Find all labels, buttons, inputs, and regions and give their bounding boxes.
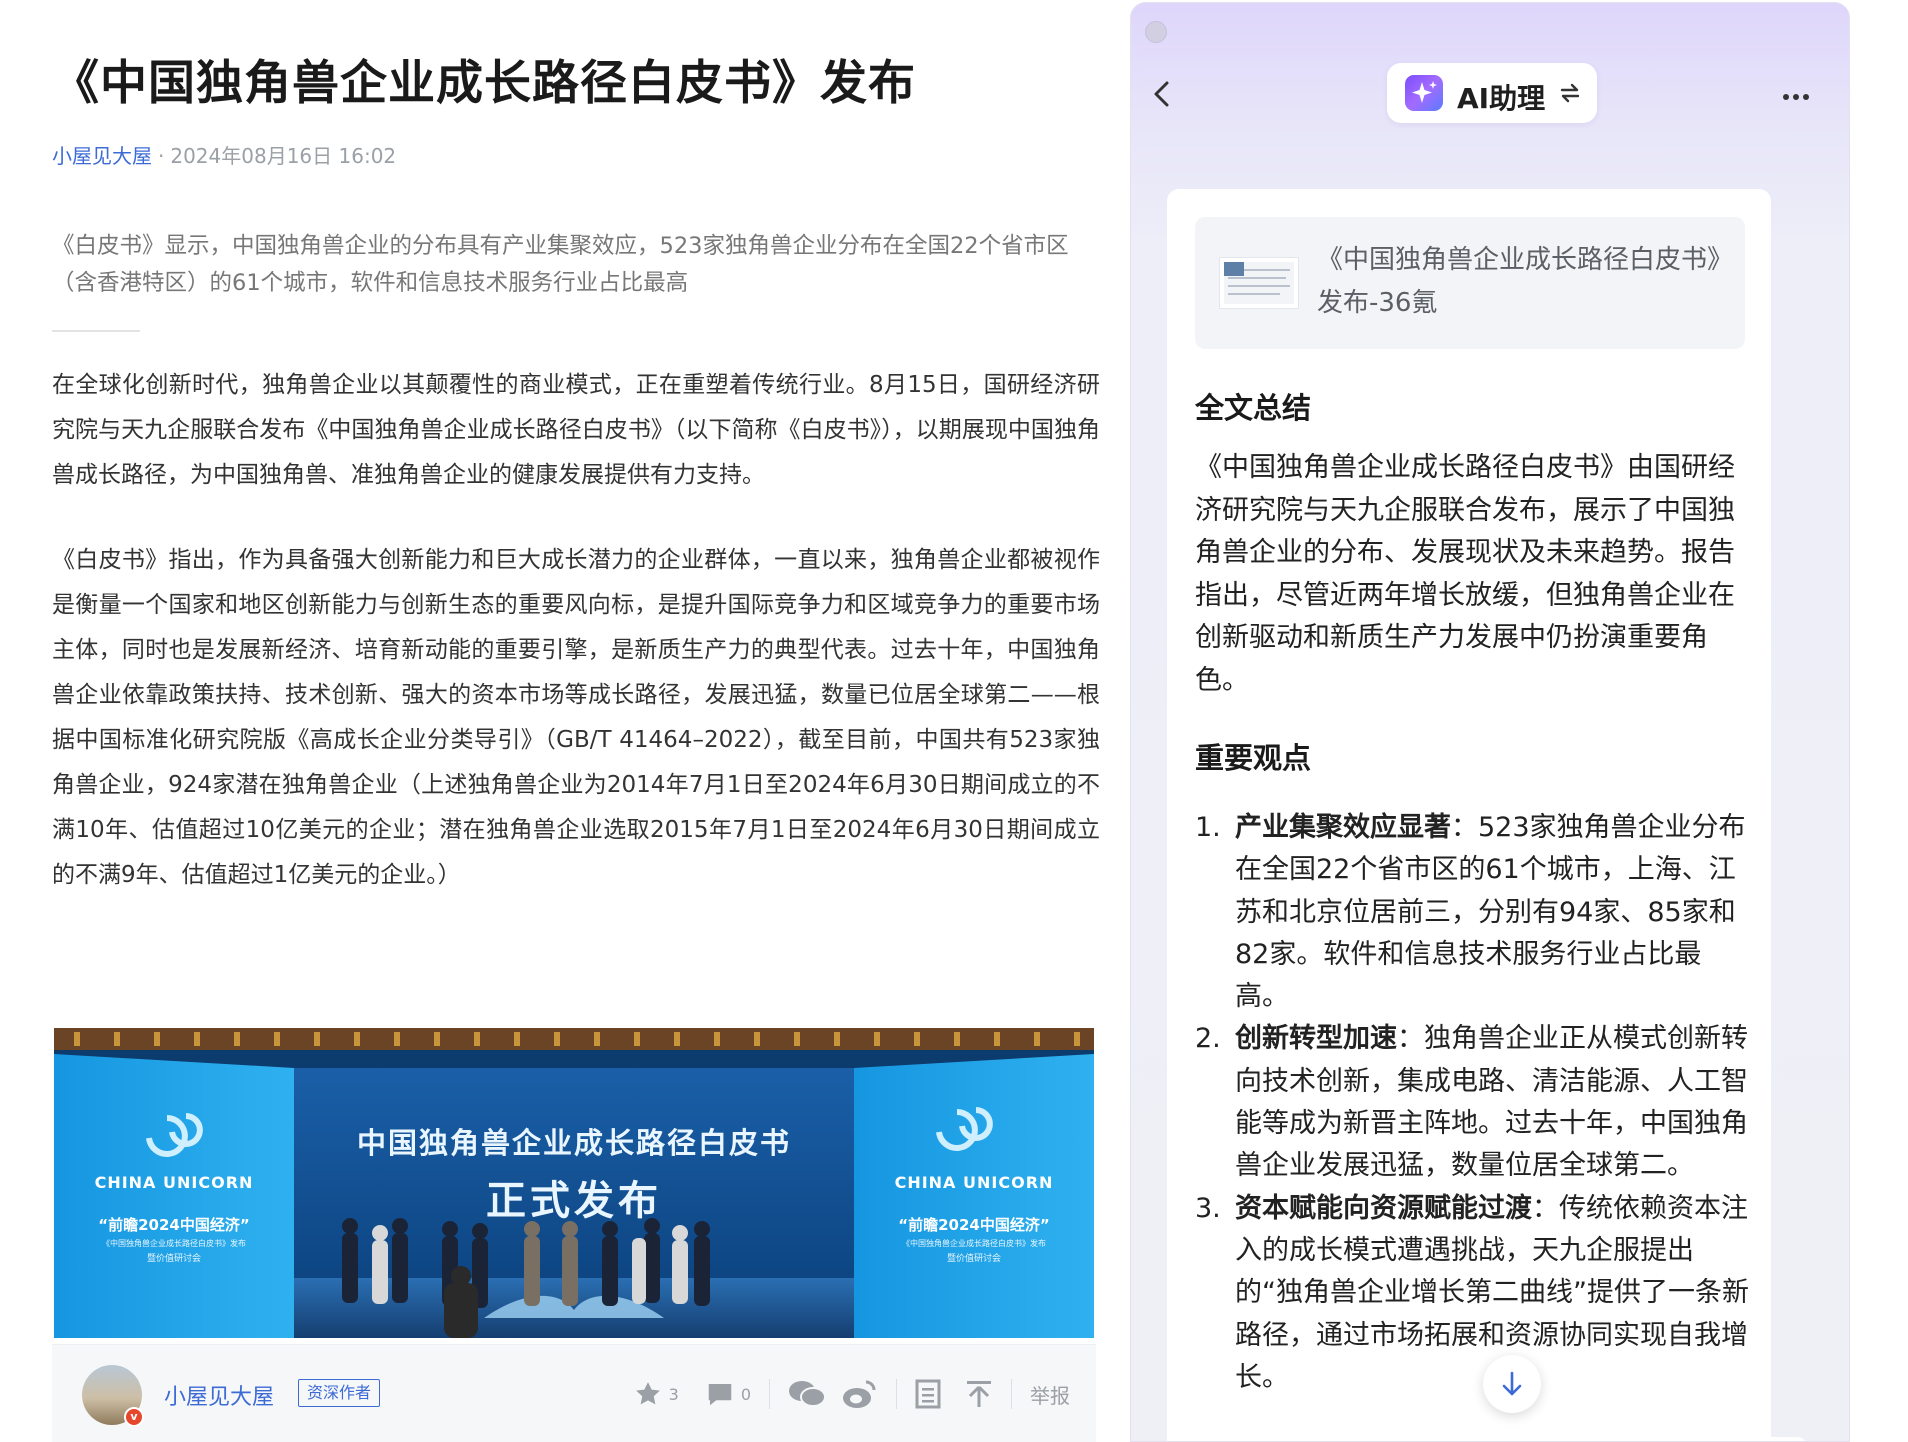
star-icon: [635, 1382, 660, 1405]
wing-logo: CHINA UNICORN: [894, 1173, 1054, 1192]
report-link[interactable]: 举报: [1030, 1380, 1070, 1409]
favorite-button[interactable]: 3: [633, 1379, 679, 1409]
author-link[interactable]: 小屋见大屋: [52, 144, 152, 168]
toolbar-separator: [769, 1379, 770, 1409]
article-paragraph: 《白皮书》指出，作为具备强大创新能力和巨大成长潜力的企业群体，一直以来，独角兽企…: [52, 547, 1100, 888]
ai-sparkle-icon: [1405, 75, 1443, 111]
wing-sub2: 暨价值研讨会: [146, 1254, 201, 1264]
key-points-heading: 重要观点: [1195, 741, 1312, 775]
suggestion-chip[interactable]: [1519, 1437, 1699, 1441]
back-to-top-button[interactable]: [965, 1379, 993, 1409]
summary-text: 《中国独角兽企业成长路径白皮书》由国研经济研究院与天九企服联合发布，展示了中国独…: [1195, 452, 1735, 696]
more-options-button[interactable]: [1781, 87, 1811, 106]
point-title: 资本赋能向资源赋能过渡: [1235, 1192, 1532, 1224]
article-title: 《中国独角兽企业成长路径白皮书》发布: [52, 56, 916, 111]
wing-sub: 《中国独角兽企业成长路径白皮书》发布: [902, 1239, 1046, 1248]
author-name-link[interactable]: 小屋见大屋: [164, 1379, 274, 1411]
author-tag: 资深作者: [298, 1379, 381, 1407]
key-point-item: 2. 创新转型加速：独角兽企业正从模式创新转向技术创新，集成电路、清洁能源、人工智…: [1195, 1018, 1751, 1187]
back-to-top-icon: [967, 1381, 991, 1407]
point-number: 1.: [1195, 812, 1221, 843]
comment-count: 0: [740, 1384, 751, 1404]
wing-sub2: 暨价值研讨会: [946, 1254, 1001, 1264]
article-summary: 《白皮书》显示，中国独角兽企业的分布具有产业集聚效应，523家独角兽企业分布在全…: [52, 233, 1069, 296]
wing-event: “前瞻2024中国经济”: [898, 1216, 1050, 1234]
summary-heading: 全文总结: [1195, 391, 1312, 425]
toolbar-separator: [1011, 1379, 1012, 1409]
wing-logo: CHINA UNICORN: [94, 1173, 254, 1192]
photo-right-wing-text: CHINA UNICORN “前瞻2024中国经济” 《中国独角兽企业成长路径白…: [864, 1173, 1084, 1264]
scroll-down-button[interactable]: [1483, 1355, 1541, 1413]
toolbar-separator: [896, 1379, 897, 1409]
source-article-card[interactable]: 《中国独角兽企业成长路径白皮书》发布-36氪: [1195, 217, 1745, 349]
point-title: 产业集聚效应显著: [1235, 812, 1451, 843]
article-photo[interactable]: 中国独角兽企业成长路径白皮书 正式发布 CHINA UNICORN “前瞻202…: [54, 1028, 1094, 1338]
point-number: 3.: [1195, 1192, 1221, 1224]
comment-icon: [708, 1384, 732, 1406]
share-weibo-button[interactable]: [842, 1378, 878, 1410]
suggestion-chips: [1167, 1437, 1807, 1441]
arrow-down-icon: [1502, 1371, 1522, 1396]
back-button[interactable]: [1149, 79, 1175, 113]
photo-banner-title: 中国独角兽企业成长路径白皮书: [356, 1126, 791, 1160]
key-point-item: 3. 资本赋能向资源赋能过渡：传统依赖资本注入的成长模式遭遇挑战，天九企服提出的“…: [1195, 1188, 1751, 1399]
point-number: 2.: [1195, 1023, 1221, 1055]
source-thumbnail: [1219, 257, 1299, 309]
divider: [52, 330, 140, 332]
source-title: 《中国独角兽企业成长路径白皮书》发布-36氪: [1317, 245, 1721, 318]
ai-title-switcher[interactable]: AI助理: [1387, 63, 1597, 123]
publish-date: 2024年08月16日 16:02: [170, 144, 397, 168]
more-icon: [1783, 94, 1809, 100]
key-points-list: 1. 产业集聚效应显著：523家独角兽企业分布在全国22个省市区的61个城市，上海…: [1195, 807, 1751, 1399]
chevron-left-icon: [1154, 81, 1169, 107]
ai-summary-card: 《中国独角兽企业成长路径白皮书》发布-36氪 全文总结 《中国独角兽企业成长路径…: [1167, 189, 1771, 1441]
favorite-count: 3: [668, 1384, 679, 1404]
suggestion-chip[interactable]: [1293, 1437, 1503, 1441]
article: 《中国独角兽企业成长路径白皮书》发布 小屋见大屋 · 2024年08月16日 16:…: [0, 0, 1128, 1442]
bookmark-icon: [915, 1379, 941, 1409]
article-meta: 小屋见大屋 · 2024年08月16日 16:02: [52, 140, 396, 169]
author-action-bar: v 小屋见大屋 资深作者 3 0 举报: [52, 1344, 1096, 1442]
bookmark-button[interactable]: [915, 1379, 941, 1409]
point-title: 创新转型加速: [1235, 1023, 1397, 1055]
weibo-icon: [843, 1380, 876, 1408]
wing-event: “前瞻2024中国经济”: [98, 1216, 250, 1234]
wechat-icon: [789, 1381, 826, 1407]
verified-badge: v: [124, 1407, 144, 1427]
switch-icon: [1560, 83, 1580, 103]
suggestion-chip[interactable]: [1167, 1437, 1277, 1441]
article-paragraph: 在全球化创新时代，独角兽企业以其颠覆性的商业模式，正在重塑着传统行业。8月15日…: [52, 372, 1100, 488]
comment-button[interactable]: 0: [705, 1379, 751, 1409]
article-toolbar: 3 0 举报: [633, 1375, 1070, 1413]
key-point-item: 1. 产业集聚效应显著：523家独角兽企业分布在全国22个省市区的61个城市，上海…: [1195, 807, 1751, 1018]
suggestion-chip[interactable]: [1715, 1437, 1807, 1441]
wing-sub: 《中国独角兽企业成长路径白皮书》发布: [102, 1239, 246, 1248]
ai-assistant-panel: AI助理 《中国独角兽企业成长路径白皮书》发布-36氪 全文总结 《中国独角兽企…: [1130, 2, 1850, 1442]
ai-title: AI助理: [1457, 82, 1546, 115]
photo-left-wing-text: CHINA UNICORN “前瞻2024中国经济” 《中国独角兽企业成长路径白…: [64, 1173, 284, 1264]
share-wechat-button[interactable]: [788, 1378, 826, 1410]
window-control[interactable]: [1145, 21, 1167, 43]
meta-separator: ·: [158, 144, 165, 168]
